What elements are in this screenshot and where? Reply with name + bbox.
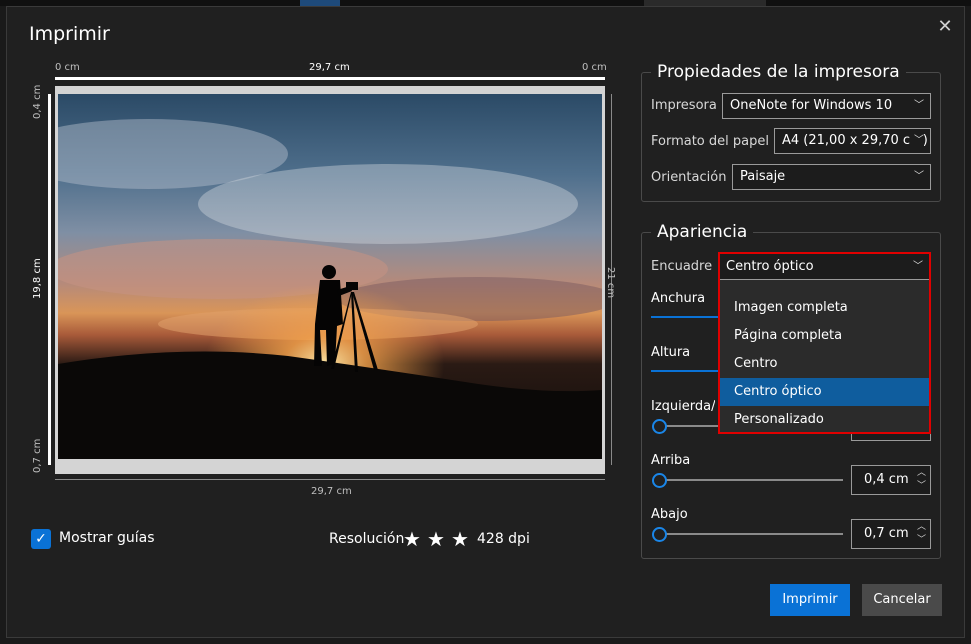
ruler-top-center-label: 29,7 cm — [309, 62, 350, 73]
ruler-left-center-label: 19,8 cm — [32, 258, 43, 299]
paper-format-value: A4 (21,00 x 29,70 cm) — [782, 133, 928, 148]
ruler-left-top-label: 0,4 cm — [32, 84, 43, 119]
printer-properties-title: Propiedades de la impresora — [651, 62, 906, 82]
fit-option-custom[interactable]: Personalizado — [720, 406, 929, 434]
spin-up-icon[interactable]: ︿ — [917, 467, 926, 479]
spin-down-icon[interactable]: ﹀ — [917, 480, 926, 492]
orientation-select[interactable]: Paisaje ﹀ — [732, 164, 931, 190]
chevron-down-icon: ﹀ — [914, 171, 924, 182]
top-slider-thumb[interactable] — [652, 473, 667, 488]
top-margin-spinbox[interactable]: 0,4 cm ︿ ﹀ — [851, 465, 931, 495]
resolution-star-icon: ★ — [427, 527, 445, 551]
ruler-top-right-label: 0 cm — [582, 62, 607, 73]
chevron-down-icon: ﹀ — [914, 100, 924, 111]
resolution-star-icon: ★ — [403, 527, 421, 551]
ruler-left-bottom-label: 0,7 cm — [32, 438, 43, 473]
cancel-button[interactable]: Cancelar — [862, 584, 942, 616]
top-margin-label: Arriba — [651, 453, 691, 468]
left-right-slider-thumb[interactable] — [652, 419, 667, 434]
close-icon[interactable]: ✕ — [933, 15, 957, 39]
left-right-label: Izquierda/derecha — [651, 399, 715, 414]
appearance-title: Apariencia — [651, 222, 754, 242]
ruler-right-center-label: 21 cm — [605, 267, 616, 299]
orientation-label: Orientación — [651, 170, 727, 185]
fit-option-full-page[interactable]: Página completa — [720, 322, 929, 350]
bottom-margin-label: Abajo — [651, 507, 688, 522]
printer-select[interactable]: OneNote for Windows 10 ﹀ — [722, 93, 931, 119]
ruler-top-line — [55, 77, 605, 80]
ruler-top-left-label: 0 cm — [55, 62, 80, 73]
spin-down-icon[interactable]: ﹀ — [917, 534, 926, 546]
fit-value: Centro óptico — [726, 259, 814, 274]
paper-format-select[interactable]: A4 (21,00 x 29,70 cm) ﹀ — [774, 128, 931, 154]
spin-up-icon[interactable]: ︿ — [917, 521, 926, 533]
ruler-bottom-center-label: 29,7 cm — [311, 486, 352, 497]
show-guides-checkbox[interactable]: ✓ — [31, 529, 51, 549]
fit-option-optical-center[interactable]: Centro óptico — [720, 378, 929, 406]
ruler-bottom-line — [55, 479, 605, 480]
print-button[interactable]: Imprimir — [770, 584, 850, 616]
top-margin-value: 0,4 cm — [864, 472, 909, 487]
orientation-value: Paisaje — [740, 169, 786, 184]
top-slider-track — [665, 479, 843, 481]
tab-width[interactable]: Anchura — [651, 291, 705, 306]
show-guides-label: Mostrar guías — [59, 530, 155, 546]
dialog-title: Imprimir — [29, 23, 110, 45]
resolution-dpi: 428 dpi — [477, 531, 530, 547]
printer-label: Impresora — [651, 98, 717, 113]
resolution-star-icon: ★ — [451, 527, 469, 551]
fit-option-center[interactable]: Centro — [720, 350, 929, 378]
sunset-photographer-image — [58, 94, 602, 459]
bottom-slider-track — [665, 533, 843, 535]
chevron-down-icon: ﹀ — [911, 129, 924, 153]
paper-preview — [55, 86, 605, 474]
bottom-margin-spinbox[interactable]: 0,7 cm ︿ ﹀ — [851, 519, 931, 549]
tab-height-underline — [651, 370, 721, 372]
printer-value: OneNote for Windows 10 — [730, 98, 893, 113]
fit-select[interactable]: Centro óptico ﹀ — [720, 254, 929, 280]
paper-format-label: Formato del papel — [651, 134, 769, 149]
tab-height[interactable]: Altura — [651, 345, 690, 360]
fit-label: Encuadre — [651, 259, 713, 274]
bottom-slider-thumb[interactable] — [652, 527, 667, 542]
chevron-down-icon: ﹀ — [913, 261, 923, 272]
ruler-left-line — [48, 94, 51, 465]
tab-width-underline — [651, 316, 721, 318]
bottom-margin-value: 0,7 cm — [864, 526, 909, 541]
resolution-label: Resolución — [329, 531, 405, 547]
fit-dropdown[interactable]: Centro óptico ﹀ Imagen completa Página c… — [718, 252, 931, 434]
fit-option-full-image[interactable]: Imagen completa — [720, 294, 929, 322]
print-dialog: Imprimir ✕ 0 cm 29,7 cm 0 cm 0,4 cm 19,8… — [6, 6, 965, 638]
photo-preview — [58, 94, 602, 459]
